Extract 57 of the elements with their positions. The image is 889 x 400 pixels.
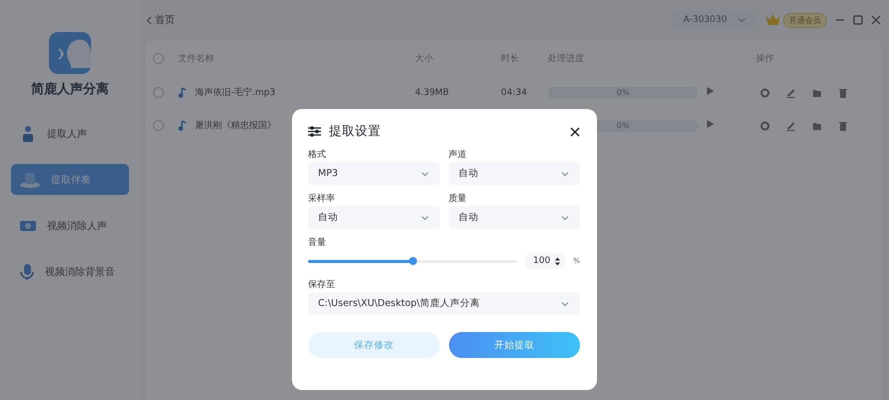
dialog-title: 提取设置	[329, 123, 382, 140]
nav-icon	[19, 170, 41, 188]
nav-item[interactable]: 视频消除背景音	[11, 256, 129, 287]
field-label: 音量	[308, 236, 327, 250]
start-button[interactable]: 开始提取	[448, 332, 580, 358]
music-note-icon	[178, 120, 187, 131]
nav-item[interactable]: 提取人声	[11, 118, 129, 149]
row-checkbox[interactable]	[153, 87, 164, 98]
field-label: 采样率	[308, 192, 336, 206]
spinner-icon[interactable]	[555, 256, 560, 266]
dropdown[interactable]: 自动	[308, 206, 440, 229]
file-size: 4.39MB	[415, 88, 450, 98]
folder-icon[interactable]	[812, 88, 822, 98]
music-note-icon	[178, 87, 187, 98]
field-label: 声道	[448, 148, 468, 162]
select-all-checkbox[interactable]	[153, 52, 164, 64]
file-name: 海声依旧-毛宁.mp3	[195, 86, 276, 99]
play-icon[interactable]	[706, 86, 715, 96]
nav-icon	[19, 262, 35, 280]
column-header: 操作	[756, 52, 775, 64]
row-checkbox[interactable]	[153, 120, 164, 131]
sliders-icon	[308, 126, 321, 137]
app-logo-icon	[49, 32, 91, 74]
vip-button[interactable]: 开通会员	[783, 12, 827, 28]
progress-bar: 0%	[548, 86, 698, 98]
back-link[interactable]: 首页	[146, 13, 175, 27]
play-icon[interactable]	[706, 119, 715, 129]
pen-icon[interactable]	[786, 120, 796, 130]
delete-icon[interactable]	[838, 88, 848, 98]
field-label: 保存至	[308, 278, 336, 292]
crown-icon	[765, 13, 781, 27]
app-name: 简鹿人声分离	[31, 80, 109, 98]
field-label: 质量	[448, 192, 468, 206]
column-header: 文件名称	[178, 52, 215, 64]
maximize-icon[interactable]	[853, 15, 863, 25]
delete-icon[interactable]	[838, 120, 848, 130]
save-button[interactable]: 保存修改	[308, 332, 440, 358]
column-header: 大小	[415, 52, 434, 64]
dropdown[interactable]: MP3	[308, 162, 440, 185]
close-icon[interactable]	[570, 126, 580, 136]
file-name: 屠洪刚《精忠报国》	[195, 120, 276, 132]
dropdown[interactable]: 自动	[448, 162, 580, 185]
column-header: 时长	[501, 52, 520, 64]
account-dropdown[interactable]: A-303030	[673, 11, 757, 29]
volume-slider[interactable]	[308, 260, 518, 262]
column-header: 处理进度	[548, 52, 585, 64]
number-input[interactable]: 100	[525, 253, 566, 269]
pen-icon[interactable]	[786, 88, 796, 98]
nav-item[interactable]: 提取伴奏	[11, 164, 129, 195]
dropdown[interactable]: 自动	[448, 206, 580, 229]
folder-icon[interactable]	[812, 120, 822, 130]
nav-item[interactable]: 视频消除人声	[11, 210, 129, 241]
path-dropdown[interactable]: C:\Users\XU\Desktop\简鹿人声分离	[308, 292, 580, 315]
file-duration: 04:34	[501, 88, 528, 98]
chevron-icon	[737, 15, 747, 25]
field-label: 格式	[308, 148, 327, 162]
back-icon	[146, 16, 152, 24]
